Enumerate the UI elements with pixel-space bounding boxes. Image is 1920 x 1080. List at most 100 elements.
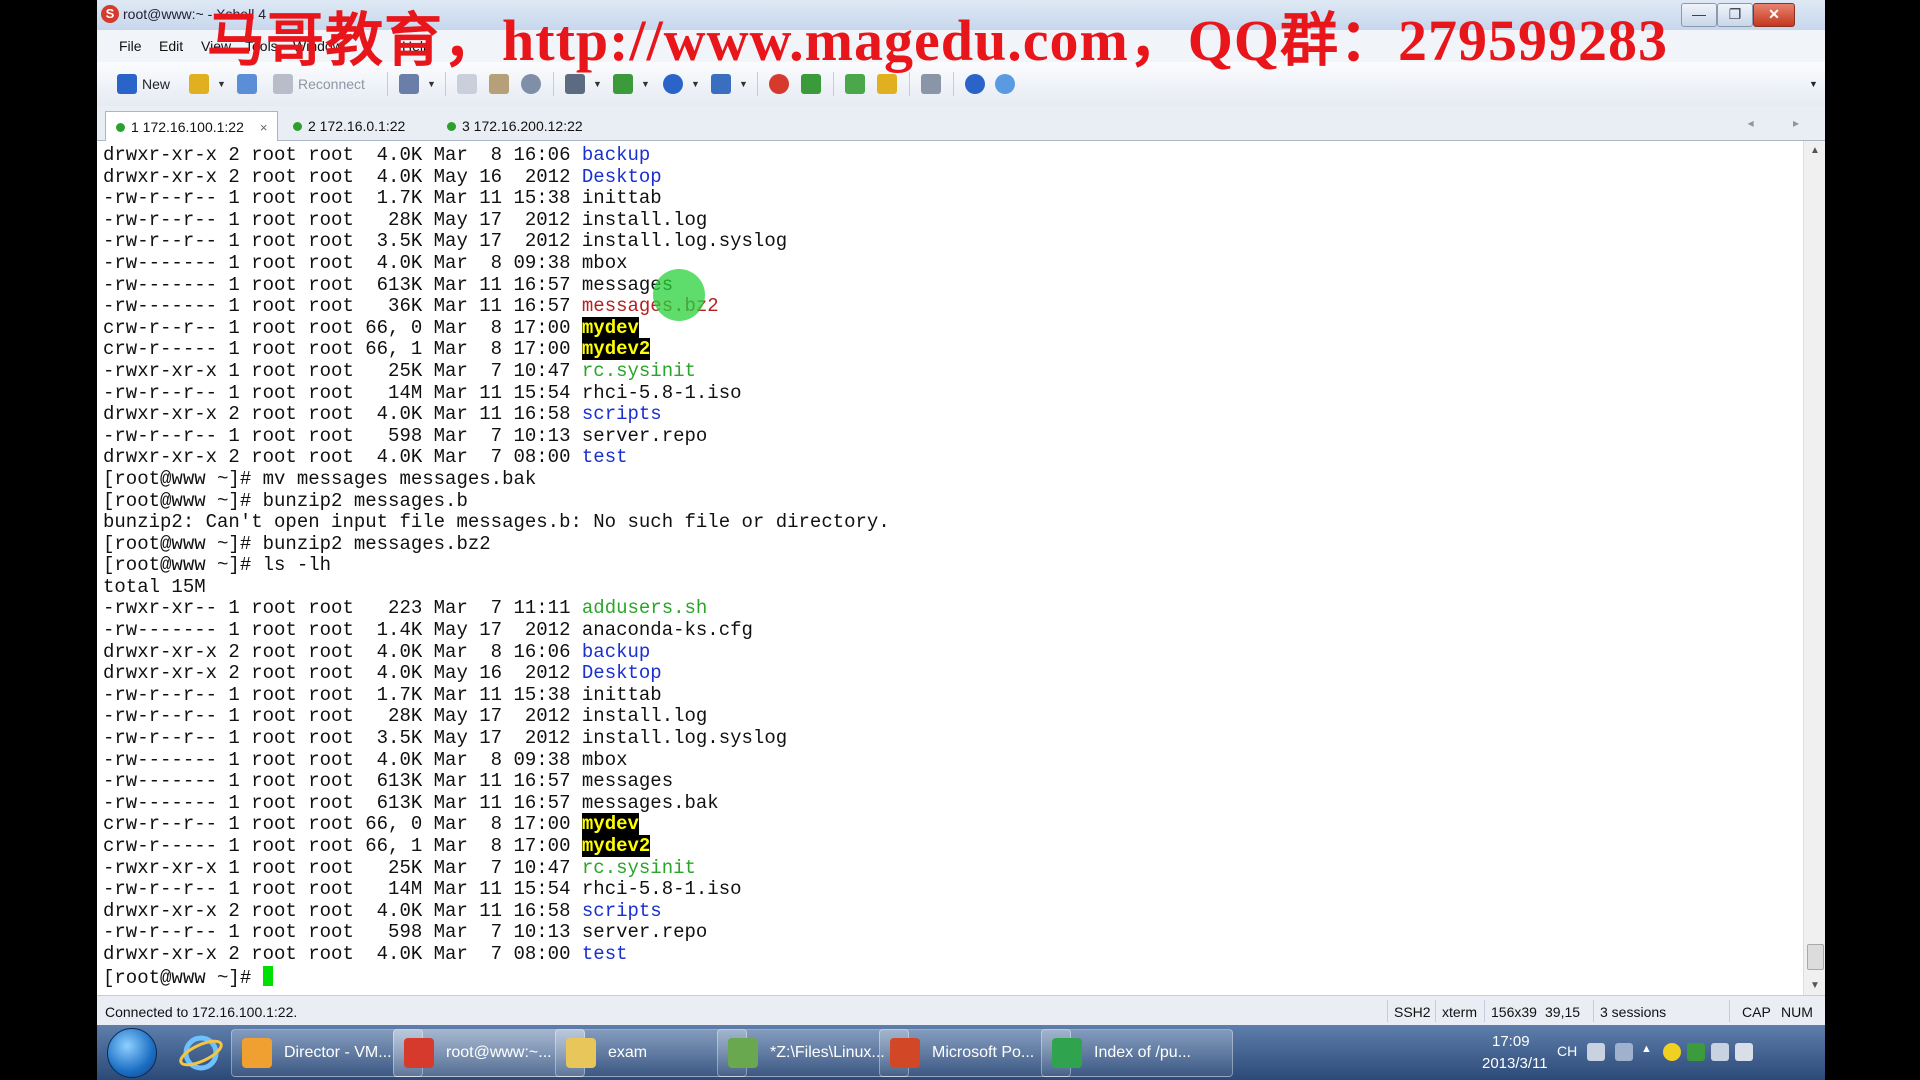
help-button[interactable] bbox=[965, 73, 990, 95]
line-text: -rwxr-xr-x 1 root root 25K Mar 7 10:47 bbox=[103, 359, 582, 382]
lock-button[interactable] bbox=[877, 73, 902, 95]
session-tab-1[interactable]: 1 172.16.100.1:22 × bbox=[105, 111, 279, 142]
file-name: Desktop bbox=[581, 662, 662, 685]
toolbar-separator bbox=[387, 72, 388, 96]
terminal-line: drwxr-xr-x 2 root root 4.0K Mar 7 08:00 … bbox=[103, 447, 890, 469]
terminal-output[interactable]: drwxr-xr-x 2 root root 4.0K Mar 8 16:06 … bbox=[97, 141, 1803, 995]
terminal-line: -rw-r--r-- 1 root root 14M Mar 11 15:54 … bbox=[103, 878, 890, 901]
find-button[interactable] bbox=[521, 73, 546, 95]
clock-time[interactable]: 17:09 bbox=[1492, 1033, 1530, 1050]
layout-button[interactable] bbox=[845, 73, 870, 95]
tab-close-icon[interactable]: × bbox=[260, 120, 268, 135]
print-button[interactable]: ▼ bbox=[565, 73, 602, 95]
taskbar-task[interactable]: Index of /pu... bbox=[1041, 1029, 1233, 1077]
minimize-button[interactable]: — bbox=[1681, 3, 1717, 27]
clock-date[interactable]: 2013/3/11 bbox=[1482, 1055, 1548, 1072]
connected-status-icon bbox=[116, 122, 125, 132]
vmware-tray-icon[interactable] bbox=[1687, 1043, 1705, 1061]
keyboard-button[interactable] bbox=[921, 73, 946, 95]
line-text: -rw------- 1 root root 4.0K Mar 8 09:38 bbox=[103, 748, 582, 771]
line-text: drwxr-xr-x 2 root root 4.0K Mar 7 08:00 bbox=[103, 446, 582, 469]
paste-button[interactable] bbox=[489, 73, 514, 95]
terminal-prompt-line[interactable]: [root@www ~]# bbox=[103, 965, 890, 988]
new-session-icon bbox=[117, 74, 137, 94]
terminal-line: drwxr-xr-x 2 root root 4.0K May 16 2012 … bbox=[103, 662, 890, 685]
file-name: anaconda-ks.cfg bbox=[581, 619, 753, 642]
tray-expand-icon[interactable]: ▲ bbox=[1641, 1043, 1652, 1055]
chrome-icon bbox=[1052, 1038, 1082, 1068]
new-session-button[interactable]: New bbox=[117, 73, 170, 95]
ie-pinned-button[interactable] bbox=[171, 1029, 231, 1075]
windows-taskbar: Director - VM... root@www:~... exam *Z:\Fil… bbox=[97, 1025, 1825, 1080]
terminal-line: -rw-r--r-- 1 root root 14M Mar 11 15:54 … bbox=[103, 381, 890, 405]
terminal-line: -rw-r--r-- 1 root root 3.5K May 17 2012 … bbox=[103, 727, 890, 750]
globe-button[interactable]: ▼ bbox=[663, 73, 700, 95]
copy-button[interactable] bbox=[457, 73, 482, 95]
xftp-button[interactable] bbox=[769, 73, 794, 95]
terminal-line: -rwxr-xr-- 1 root root 223 Mar 7 11:11 a… bbox=[103, 598, 890, 620]
terminal-line: crw-r--r-- 1 root root 66, 0 Mar 8 17:00… bbox=[103, 316, 890, 340]
network-tray-icon[interactable] bbox=[1711, 1043, 1729, 1061]
sessions-count-status: 3 sessions bbox=[1600, 1004, 1667, 1020]
caret-down-icon: ▼ bbox=[593, 79, 602, 89]
maximize-button[interactable]: ❐ bbox=[1717, 3, 1753, 27]
link-button[interactable] bbox=[237, 73, 262, 95]
volume-tray-icon[interactable] bbox=[1735, 1043, 1753, 1061]
terminal-line: -rw------- 1 root root 4.0K Mar 8 09:38 … bbox=[103, 748, 890, 772]
line-text: crw-r--r-- 1 root root 66, 0 Mar 8 17:00 bbox=[103, 316, 582, 339]
line-text: -rw------- 1 root root 1.4K May 17 2012 bbox=[103, 619, 582, 642]
keyboard-tray-icon[interactable] bbox=[1587, 1043, 1605, 1061]
line-text: [root@www ~]# bunzip2 messages.bz2 bbox=[103, 532, 491, 555]
scroll-up-icon[interactable]: ▲ bbox=[1810, 145, 1820, 156]
script-button[interactable] bbox=[801, 73, 826, 95]
terminal-line: drwxr-xr-x 2 root root 4.0K Mar 8 16:06 … bbox=[103, 640, 890, 664]
toolbar-separator bbox=[909, 72, 910, 96]
menu-file[interactable]: File bbox=[119, 38, 142, 54]
toolbar-overflow-button[interactable]: ▼ bbox=[1809, 73, 1818, 95]
chat-button[interactable] bbox=[995, 73, 1020, 95]
line-text: -rw-r--r-- 1 root root 14M Mar 11 15:54 bbox=[103, 381, 582, 404]
file-name: test bbox=[581, 446, 628, 469]
scrollbar-thumb[interactable] bbox=[1807, 944, 1824, 970]
file-name: rhci-5.8-1.iso bbox=[581, 878, 742, 901]
start-button[interactable] bbox=[107, 1028, 157, 1078]
session-tab-3[interactable]: 3 172.16.200.12:22 bbox=[437, 112, 593, 140]
menu-edit[interactable]: Edit bbox=[159, 38, 183, 54]
font-button[interactable]: ▼ bbox=[711, 73, 748, 95]
editor-icon bbox=[728, 1038, 758, 1068]
file-name: mbox bbox=[581, 251, 628, 274]
line-text: drwxr-xr-x 2 root root 4.0K Mar 11 16:58 bbox=[103, 403, 582, 426]
pen-tray-icon[interactable] bbox=[1615, 1043, 1633, 1061]
open-button[interactable]: ▼ bbox=[189, 73, 226, 95]
plus-tray-icon[interactable] bbox=[1663, 1043, 1681, 1061]
line-text: [root@www ~]# bunzip2 messages.b bbox=[103, 489, 468, 512]
line-text: drwxr-xr-x 2 root root 4.0K Mar 8 16:06 bbox=[103, 640, 582, 663]
scroll-down-icon[interactable]: ▼ bbox=[1810, 980, 1820, 991]
file-name: install.log.syslog bbox=[581, 727, 788, 750]
session-tab-bar: 1 172.16.100.1:22 × 2 172.16.0.1:22 3 17… bbox=[97, 106, 1825, 142]
tab-scroll-arrows[interactable]: ◂ ▸ bbox=[1748, 116, 1817, 130]
properties-button[interactable]: ▼ bbox=[399, 73, 436, 95]
terminal-line: -rwxr-xr-x 1 root root 25K Mar 7 10:47 r… bbox=[103, 359, 890, 383]
toolbar-separator bbox=[445, 72, 446, 96]
caps-lock-indicator: CAP bbox=[1742, 1004, 1771, 1020]
folder-icon bbox=[566, 1038, 596, 1068]
terminal-line: -rw-r--r-- 1 root root 598 Mar 7 10:13 s… bbox=[103, 425, 890, 448]
help-icon bbox=[965, 74, 985, 94]
language-indicator[interactable]: CH bbox=[1557, 1043, 1577, 1059]
mouse-highlight-circle bbox=[653, 269, 705, 321]
terminal-lines: drwxr-xr-x 2 root root 4.0K Mar 8 16:06 … bbox=[103, 144, 890, 988]
find-icon bbox=[521, 74, 541, 94]
line-text: -rwxr-xr-x 1 root root 25K Mar 7 10:47 bbox=[103, 856, 582, 879]
transfer-button[interactable]: ▼ bbox=[613, 73, 650, 95]
terminal-line: -rw------- 1 root root 36K Mar 11 16:57 … bbox=[103, 295, 890, 318]
file-name: inittab bbox=[581, 187, 662, 210]
session-tab-2[interactable]: 2 172.16.0.1:22 bbox=[283, 112, 415, 140]
file-name: mydev bbox=[581, 813, 639, 836]
reconnect-button[interactable]: Reconnect bbox=[273, 73, 365, 95]
line-text: total 15M bbox=[103, 575, 206, 598]
task-label: *Z:\Files\Linux... bbox=[770, 1044, 885, 1061]
terminal-line: crw-r--r-- 1 root root 66, 0 Mar 8 17:00… bbox=[103, 813, 890, 836]
close-button[interactable]: ✕ bbox=[1753, 3, 1795, 27]
terminal-scrollbar[interactable]: ▲ ▼ bbox=[1803, 141, 1825, 995]
